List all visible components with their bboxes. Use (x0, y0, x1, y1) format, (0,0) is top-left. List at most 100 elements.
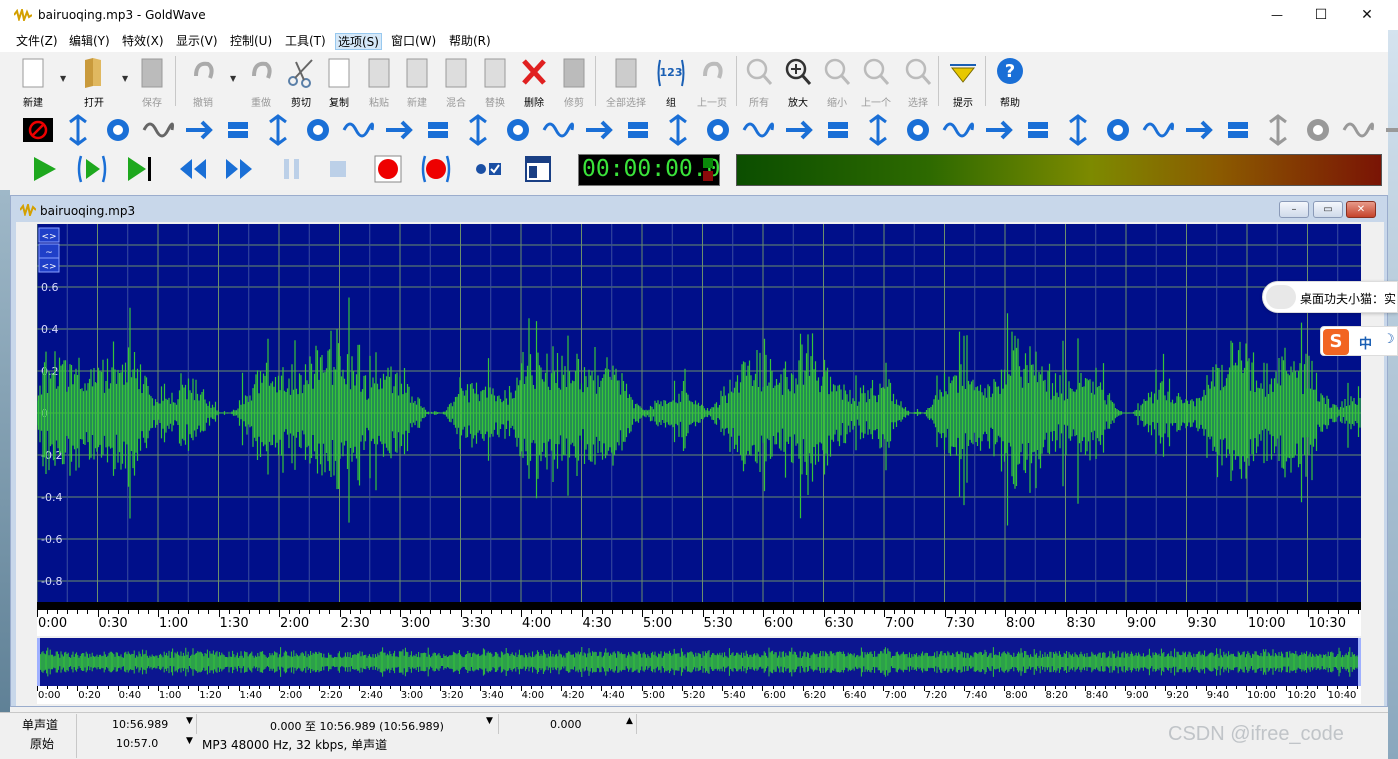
pitch-icon[interactable] (502, 114, 534, 146)
menu-item-4[interactable]: 显示(V) (174, 33, 220, 50)
reverse-icon[interactable] (262, 114, 294, 146)
menu-item-5[interactable]: 控制(U) (228, 33, 274, 50)
marker-drop-icon[interactable] (1262, 114, 1294, 146)
time-ruler[interactable]: 0:00 0:30 1:00 1:30 2:00 2:30 3:00 3:30 4:00 4:30… (37, 610, 1361, 636)
document-minimize-button[interactable]: – (1279, 201, 1309, 218)
toolbar-button-1[interactable]: 新建 (14, 56, 52, 109)
toolbar-button-15[interactable]: 123 组 (652, 56, 690, 109)
toolbar-button-4[interactable]: 撤销 (184, 56, 222, 109)
marker-clear-icon[interactable] (1302, 114, 1334, 146)
pause-icon[interactable] (276, 153, 308, 185)
toolbar-button-13[interactable]: 修剪 (555, 56, 593, 109)
marker-icon[interactable] (1222, 114, 1254, 146)
overview-minor-tick (571, 686, 572, 689)
minimize-button[interactable]: — (1254, 0, 1300, 30)
ime-mode-label[interactable]: 中 (1359, 333, 1372, 352)
toolbar-button-21[interactable]: 选择 (899, 56, 937, 109)
time-minor-tick (369, 610, 371, 614)
toolbar-button-7[interactable]: 复制 (320, 56, 358, 109)
menu-item-7[interactable]: 选项(S) (335, 33, 382, 50)
equalizer-icon[interactable] (622, 114, 654, 146)
moon-icon[interactable]: ☽ (1383, 332, 1395, 347)
plug-icon[interactable] (822, 114, 854, 146)
invert-icon[interactable] (1182, 114, 1214, 146)
time-tick-label: 8:00 (1006, 616, 1036, 631)
fast-forward-icon[interactable] (224, 153, 256, 185)
pan-icon[interactable] (782, 114, 814, 146)
remove-noise-icon[interactable] (142, 114, 174, 146)
spectrum-icon[interactable] (702, 114, 734, 146)
menu-item-9[interactable]: 帮助(R) (447, 33, 493, 50)
toolbar-button-14[interactable]: 全部选择 (606, 56, 646, 109)
original-dropdown-icon[interactable]: ▼ (186, 736, 193, 746)
maximize-button[interactable]: ☐ (1298, 0, 1344, 30)
doppler-icon[interactable] (302, 114, 334, 146)
menu-item-2[interactable]: 编辑(Y) (67, 33, 112, 50)
toolbar-button-23[interactable]: ? 帮助 (991, 56, 1029, 109)
menu-item-6[interactable]: 工具(T) (283, 33, 328, 50)
record-selection-icon[interactable] (420, 153, 452, 185)
selection-dropdown-icon[interactable]: ▼ (486, 716, 493, 726)
overview-minor-tick (409, 686, 411, 689)
sphere-echo-icon[interactable] (102, 114, 134, 146)
volume-vertical-icon[interactable] (62, 114, 94, 146)
play-selection-icon[interactable] (76, 153, 108, 185)
interval-icon[interactable] (422, 114, 454, 146)
silence-icon[interactable] (1062, 114, 1094, 146)
sogou-ime-toolbar[interactable]: S 中 ☽ (1320, 326, 1398, 356)
overview-minor-tick (550, 686, 552, 689)
time-minor-tick (258, 610, 260, 614)
toolbar-separator (938, 56, 939, 106)
resample-icon[interactable] (582, 114, 614, 146)
overview-waveform[interactable] (37, 638, 1361, 686)
menu-item-1[interactable]: 文件(Z) (14, 33, 60, 50)
stop-icon[interactable] (322, 153, 354, 185)
length-dropdown-icon[interactable]: ▼ (186, 716, 193, 726)
filter-icon[interactable] (662, 114, 694, 146)
volume-match-icon[interactable] (942, 114, 974, 146)
wave-mod-icon[interactable] (222, 114, 254, 146)
device-control-icon[interactable] (472, 153, 504, 185)
toolbar-button-12[interactable]: 删除 (515, 56, 553, 109)
color-bar-icon[interactable] (862, 114, 894, 146)
dropdown-arrow-icon[interactable]: ▼ (60, 74, 66, 83)
menu-item-8[interactable]: 窗口(W) (389, 33, 438, 50)
toolbar-button-5[interactable]: 重做 (242, 56, 280, 109)
dropdown-arrow-icon[interactable]: ▼ (122, 74, 128, 83)
menu-item-3[interactable]: 特效(X) (120, 33, 166, 50)
toolbar-button-22[interactable]: 提示 (944, 56, 982, 109)
record-icon[interactable] (372, 153, 404, 185)
fade-in-icon[interactable] (982, 114, 1014, 146)
close-button[interactable]: ✕ (1344, 0, 1390, 30)
main-waveform[interactable]: 0.60.40.20-0.2-0.4-0.6-0.8<>~<> (37, 224, 1361, 602)
volume-shape-icon[interactable] (1102, 114, 1134, 146)
toolbar-button-3[interactable]: 保存 (133, 56, 171, 109)
overview-start-marker[interactable] (37, 638, 40, 686)
toolbar-button-2[interactable]: 打开 (75, 56, 113, 109)
expand-icon[interactable] (382, 114, 414, 146)
play-to-end-icon[interactable] (124, 153, 156, 185)
position-up-icon[interactable]: ▲ (626, 716, 633, 726)
compress-icon[interactable] (182, 114, 214, 146)
toolbar-button-16[interactable]: 上一页 (693, 56, 731, 109)
marker-next-icon[interactable] (1342, 114, 1374, 146)
marker-prev-icon[interactable] (1382, 114, 1398, 146)
mechanize-icon[interactable] (462, 114, 494, 146)
flanger-icon[interactable] (342, 114, 374, 146)
play-icon[interactable] (28, 153, 60, 185)
rewind-icon[interactable] (176, 153, 208, 185)
window-layout-icon[interactable] (522, 153, 554, 185)
selection-bar[interactable] (37, 602, 1361, 610)
overview-end-marker[interactable] (1358, 638, 1361, 686)
stop-record-icon[interactable] (22, 114, 54, 146)
fade-out-icon[interactable] (1022, 114, 1054, 146)
volume-boost-icon[interactable] (1142, 114, 1174, 146)
toolbar-button-20[interactable]: 上一个 (857, 56, 895, 109)
document-restore-button[interactable]: ▭ (1313, 201, 1343, 218)
speaker-icon[interactable] (902, 114, 934, 146)
playback-rate-icon[interactable] (542, 114, 574, 146)
document-close-button[interactable]: ✕ (1346, 201, 1376, 218)
noise-icon[interactable] (742, 114, 774, 146)
dropdown-arrow-icon[interactable]: ▼ (230, 74, 236, 83)
undo-icon (194, 61, 214, 79)
